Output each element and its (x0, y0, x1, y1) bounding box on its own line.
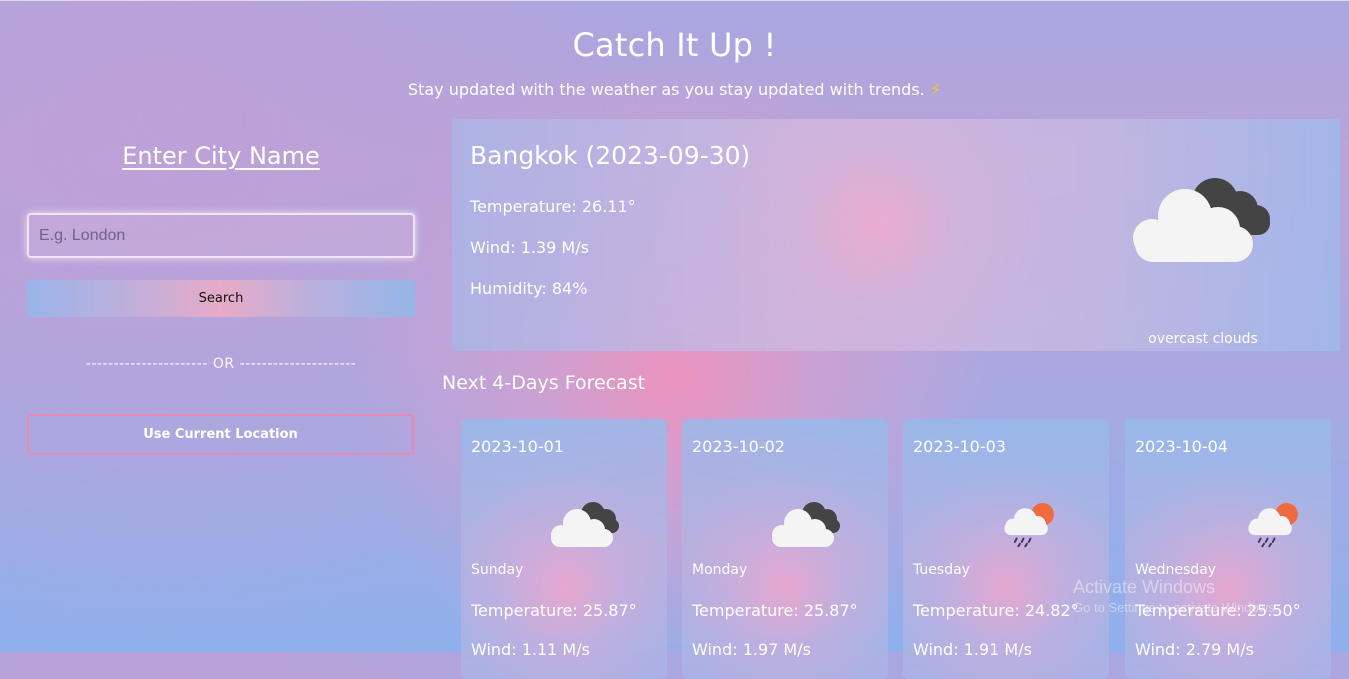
lightning-icon: ⚡ (929, 80, 942, 99)
forecast-day: Tuesday (913, 562, 970, 578)
forecast-date: 2023-10-01 (471, 437, 564, 456)
watermark-subtitle: Go to Settings to activate Windows. (1073, 600, 1279, 615)
window-top-border (0, 0, 1349, 1)
city-search-input[interactable] (27, 213, 415, 258)
forecast-wind: Wind: 1.11 M/s (471, 640, 590, 659)
page-title: Catch It Up ! (572, 26, 777, 64)
overcast-clouds-icon (1133, 178, 1270, 262)
current-temperature: Temperature: 26.11° (470, 197, 636, 216)
forecast-wind: Wind: 1.91 M/s (913, 640, 1032, 659)
activate-windows-watermark: Activate Windows Go to Settings to activ… (1073, 577, 1278, 615)
overcast-clouds-icon (772, 502, 840, 547)
forecast-day: Sunday (471, 562, 524, 578)
forecast-card: 2023-10-02 Monday Temperature: 25.87° Wi… (682, 419, 888, 679)
forecast-day: Wednesday (1135, 562, 1217, 578)
forecast-date: 2023-10-03 (913, 437, 1006, 456)
forecast-temperature: Temperature: 24.82° (913, 601, 1079, 620)
current-weather-card: Bangkok (2023-09-30) Temperature: 26.11°… (452, 119, 1340, 351)
forecast-card: 2023-10-01 Sunday Temperature: 25.87° Wi… (461, 419, 667, 679)
forecast-temperature: Temperature: 25.87° (692, 601, 858, 620)
watermark-title: Activate Windows (1073, 577, 1216, 597)
forecast-temperature: Temperature: 25.87° (471, 601, 637, 620)
sun-rain-cloud-icon (1004, 503, 1054, 548)
forecast-day: Monday (692, 562, 748, 578)
forecast-card: 2023-10-03 Tuesday Temperature: 24.82° W… (903, 419, 1109, 679)
overcast-clouds-icon (551, 502, 619, 547)
forecast-card: 2023-10-04 Wednesday Temperature: 25.50°… (1125, 419, 1331, 679)
page-subtitle: Stay updated with the weather as you sta… (0, 80, 1349, 99)
current-wind: Wind: 1.39 M/s (470, 238, 589, 257)
forecast-date: 2023-10-04 (1135, 437, 1228, 456)
forecast-date: 2023-10-02 (692, 437, 785, 456)
or-divider: ---------------------- OR --------------… (85, 356, 357, 372)
use-current-location-button[interactable]: Use Current Location (27, 414, 414, 455)
current-description: overcast clouds (1148, 331, 1258, 347)
forecast-heading: Next 4-Days Forecast (442, 372, 646, 394)
enter-city-heading: Enter City Name (122, 142, 320, 170)
forecast-wind: Wind: 1.97 M/s (692, 640, 811, 659)
sun-rain-cloud-icon (1248, 503, 1298, 548)
forecast-wind: Wind: 2.79 M/s (1135, 640, 1254, 659)
search-button[interactable]: Search (27, 280, 415, 317)
subtitle-text: Stay updated with the weather as you sta… (407, 80, 925, 99)
current-humidity: Humidity: 84% (470, 279, 588, 298)
current-city-date: Bangkok (2023-09-30) (470, 141, 751, 170)
